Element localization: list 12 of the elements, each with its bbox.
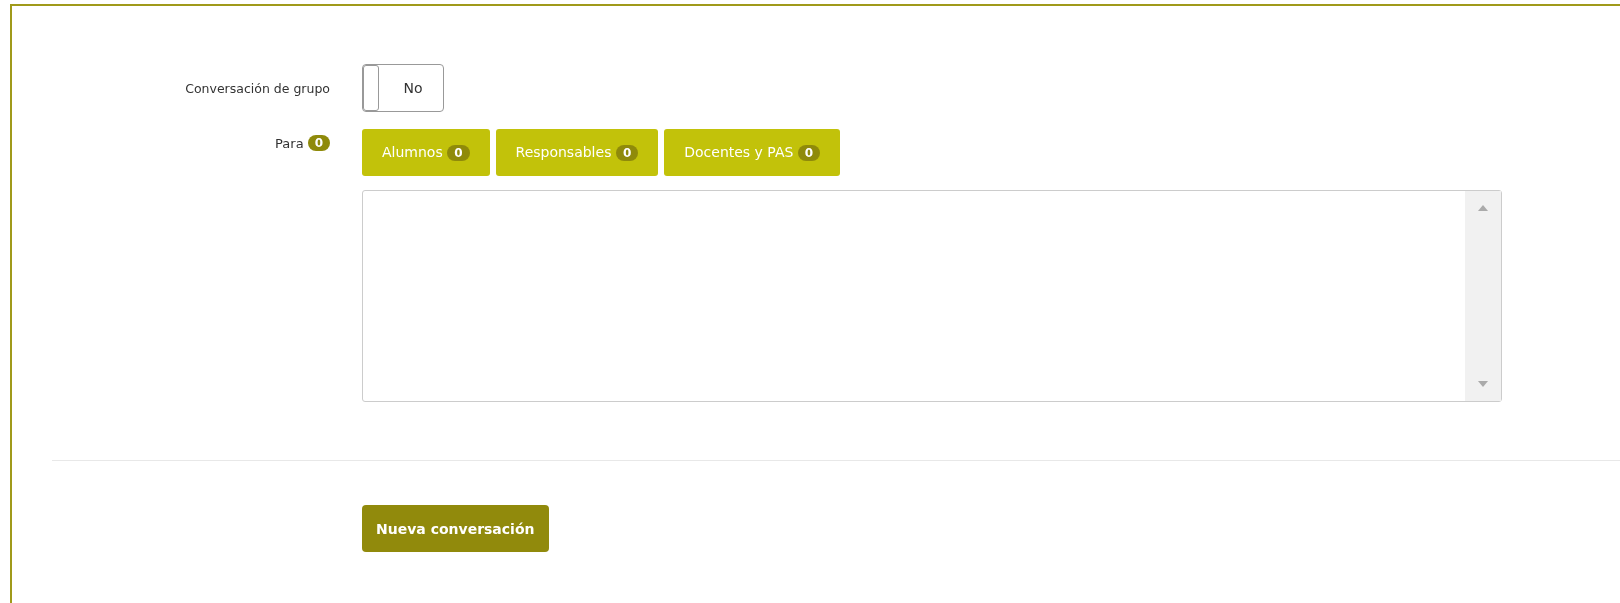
- recipients-field[interactable]: [362, 190, 1502, 402]
- scrollbar[interactable]: [1465, 191, 1501, 401]
- scroll-down-icon[interactable]: [1478, 381, 1488, 387]
- scroll-up-icon[interactable]: [1478, 205, 1488, 211]
- toggle-switch[interactable]: No: [362, 64, 444, 112]
- recipient-tab[interactable]: Responsables 0: [495, 129, 659, 176]
- field-label: Para: [275, 135, 304, 151]
- field-label: Conversación de grupo: [185, 80, 330, 96]
- count-badge: 0: [307, 135, 330, 151]
- recipient-tab[interactable]: Alumnos 0: [362, 129, 490, 176]
- new-conversation-button[interactable]: Nueva conversación: [362, 505, 549, 552]
- recipient-tab[interactable]: Docentes y PAS 0: [664, 129, 841, 176]
